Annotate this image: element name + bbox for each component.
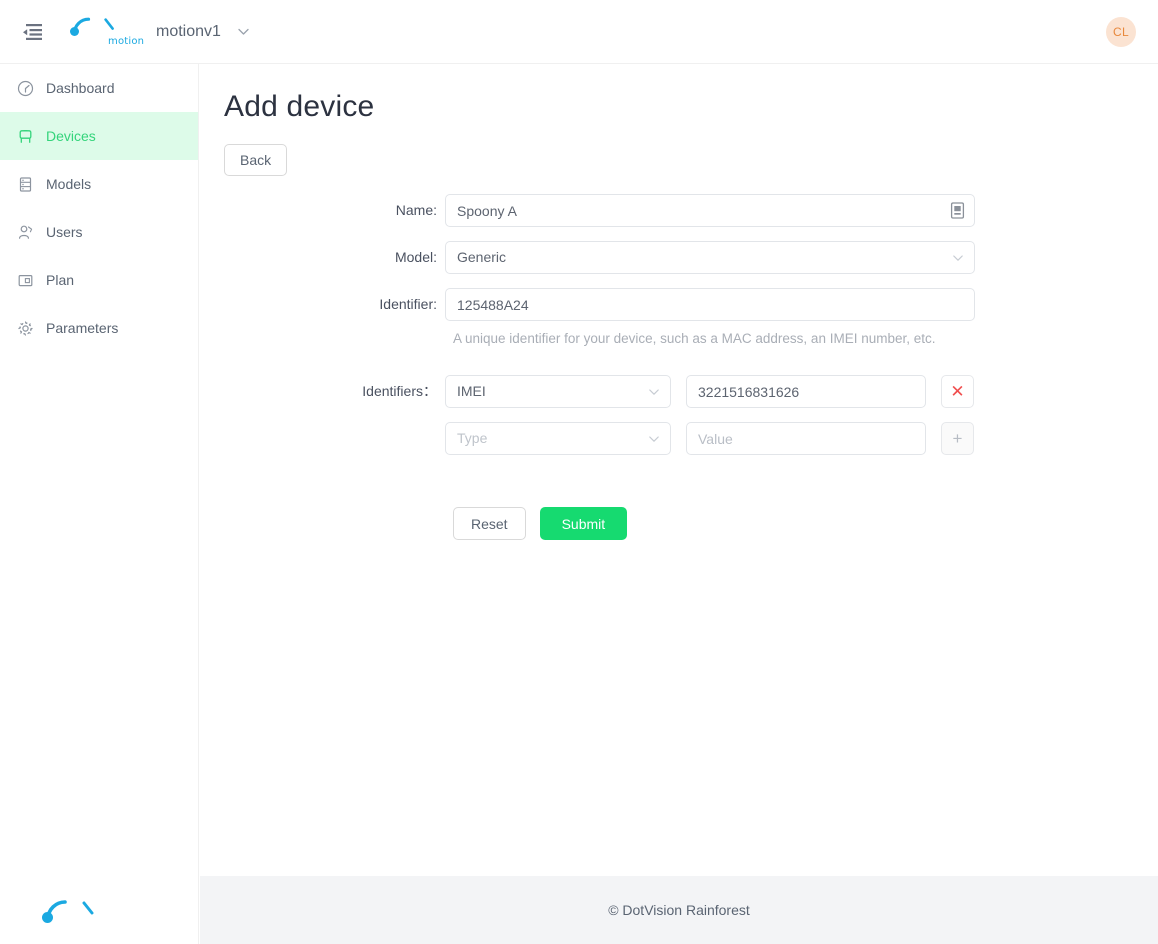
reset-button[interactable]: Reset	[453, 507, 526, 540]
sidebar-item-plan[interactable]: Plan	[0, 256, 198, 304]
menu-fold-icon[interactable]	[18, 17, 48, 47]
name-label: Name:	[395, 202, 437, 218]
identifier-value-input-empty[interactable]	[686, 422, 926, 455]
page-title: Add device	[224, 90, 375, 123]
gear-icon	[16, 319, 34, 337]
chevron-down-icon	[648, 423, 660, 454]
name-input[interactable]	[445, 194, 975, 227]
sidebar-item-users[interactable]: Users	[0, 208, 198, 256]
sidebar-brand-logo	[34, 896, 104, 930]
app-root: motion motionv1 CL Dashboard Devices Mod…	[0, 0, 1158, 944]
form-row-model: Model: Generic	[200, 241, 1158, 274]
name-field-wrap	[445, 194, 975, 227]
identifier-row: IMEI ✕	[445, 375, 974, 408]
user-group-icon	[16, 223, 34, 241]
identifier-type-value: IMEI	[457, 383, 486, 399]
device-icon	[16, 127, 34, 145]
chevron-down-icon	[952, 242, 964, 273]
main-content: Add device Back Name: Spoony A Model: Ge…	[200, 64, 1158, 876]
footer: © DotVision Rainforest	[200, 876, 1158, 944]
model-select[interactable]: Generic	[445, 241, 975, 274]
top-header: motion motionv1 CL	[0, 0, 1158, 64]
identifier-type-placeholder: Type	[457, 430, 488, 446]
sidebar: Dashboard Devices Models Users Plan Para…	[0, 64, 199, 944]
sidebar-item-parameters[interactable]: Parameters	[0, 304, 198, 352]
sidebar-item-label: Parameters	[46, 320, 119, 336]
sidebar-item-label: Dashboard	[46, 80, 115, 96]
form-row-identifier: Identifier:	[200, 288, 1158, 321]
model-label: Model:	[394, 249, 437, 265]
back-button[interactable]: Back	[224, 144, 288, 176]
model-select-value: Generic	[457, 249, 507, 265]
identifier-type-select[interactable]: IMEI	[445, 375, 671, 408]
form-row-name: Name:	[200, 194, 1158, 227]
identifiers-list: IMEI ✕	[445, 375, 974, 469]
close-x-icon: ✕	[950, 382, 965, 401]
logo-wordmark: motion	[108, 35, 145, 47]
form-actions: Reset Submit	[445, 507, 1158, 540]
identifier-helper-text: A unique identifier for your device, suc…	[453, 331, 936, 346]
chevron-down-icon	[648, 376, 660, 407]
plus-icon: +	[952, 429, 963, 448]
device-picker-icon[interactable]	[948, 201, 966, 220]
sidebar-item-models[interactable]: Models	[0, 160, 198, 208]
dashboard-gauge-icon	[16, 79, 34, 97]
identifiers-label: Identifiers：	[362, 383, 437, 399]
add-device-form: Name: Model: Gen	[200, 194, 1158, 540]
sidebar-item-label: Models	[46, 176, 92, 192]
remove-identifier-button[interactable]: ✕	[941, 375, 974, 408]
plan-card-icon	[16, 271, 34, 289]
server-models-icon	[16, 175, 34, 193]
identifier-value-input[interactable]	[686, 375, 926, 408]
brand-logo[interactable]: motion	[62, 12, 148, 52]
sidebar-item-label: Users	[46, 224, 83, 240]
logo-tick-icon	[104, 17, 114, 30]
model-field-wrap: Generic	[445, 241, 975, 274]
logo-arc-icon	[46, 900, 67, 921]
sidebar-item-devices[interactable]: Devices	[0, 112, 198, 160]
identifier-input[interactable]	[445, 288, 975, 321]
sidebar-item-dashboard[interactable]: Dashboard	[0, 64, 198, 112]
sidebar-item-label: Plan	[46, 272, 75, 288]
logo-tick-icon	[82, 901, 94, 915]
submit-button[interactable]: Submit	[539, 507, 628, 540]
avatar[interactable]: CL	[1106, 17, 1136, 47]
org-name[interactable]: motionv1	[156, 23, 221, 41]
identifier-type-select-empty[interactable]: Type	[445, 422, 671, 455]
logo-arc-icon	[72, 17, 91, 35]
sidebar-item-label: Devices	[46, 128, 96, 144]
chevron-down-icon[interactable]	[237, 25, 250, 38]
identifier-row: Type +	[445, 422, 974, 455]
identifier-label: Identifier:	[379, 296, 437, 312]
form-row-identifiers: Identifiers： IMEI 3221516831626 ✕ Type V…	[200, 375, 1158, 469]
identifier-field-wrap	[445, 288, 975, 321]
footer-copyright: © DotVision Rainforest	[608, 902, 750, 918]
add-identifier-button[interactable]: +	[941, 422, 974, 455]
